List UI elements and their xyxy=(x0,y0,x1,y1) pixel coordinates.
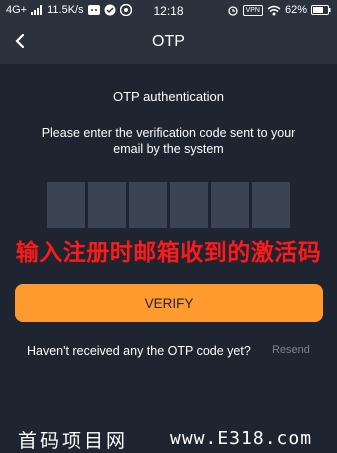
otp-digit-6[interactable] xyxy=(252,182,290,228)
resend-link[interactable]: Resend xyxy=(272,344,310,356)
otp-digit-4[interactable] xyxy=(170,182,208,228)
page-title: OTP xyxy=(152,33,185,50)
resend-prompt: Haven't received any the OTP code yet? xyxy=(27,344,251,358)
app-header: OTP xyxy=(0,22,337,64)
status-right: VPN 62% xyxy=(227,4,331,16)
otp-digit-5[interactable] xyxy=(211,182,249,228)
otp-digit-2[interactable] xyxy=(88,182,126,228)
instruction-text: Please enter the verification code sent … xyxy=(41,126,296,156)
otp-input-group xyxy=(47,182,290,228)
battery-icon xyxy=(311,5,331,15)
otp-subtitle: OTP authentication xyxy=(112,89,225,104)
watermark-url: www.E318.com xyxy=(170,428,313,449)
annotation-overlay-text: 输入注册时邮箱收到的激活码 xyxy=(15,240,322,266)
otp-digit-3[interactable] xyxy=(129,182,167,228)
alarm-icon xyxy=(227,4,239,16)
status-bar: 4G+ 11.5K/s 12:18 VPN 62% xyxy=(0,0,337,22)
chevron-left-icon xyxy=(15,33,25,49)
otp-digit-1[interactable] xyxy=(47,182,85,228)
verify-button[interactable]: VERIFY xyxy=(15,284,323,322)
back-button[interactable] xyxy=(8,28,34,54)
watermark: 首码项目网 www.E318.com xyxy=(0,426,337,452)
vpn-badge: VPN xyxy=(242,4,263,16)
watermark-site-name: 首码项目网 xyxy=(18,430,129,452)
wifi-icon xyxy=(267,5,281,16)
battery-percent: 62% xyxy=(284,4,307,16)
